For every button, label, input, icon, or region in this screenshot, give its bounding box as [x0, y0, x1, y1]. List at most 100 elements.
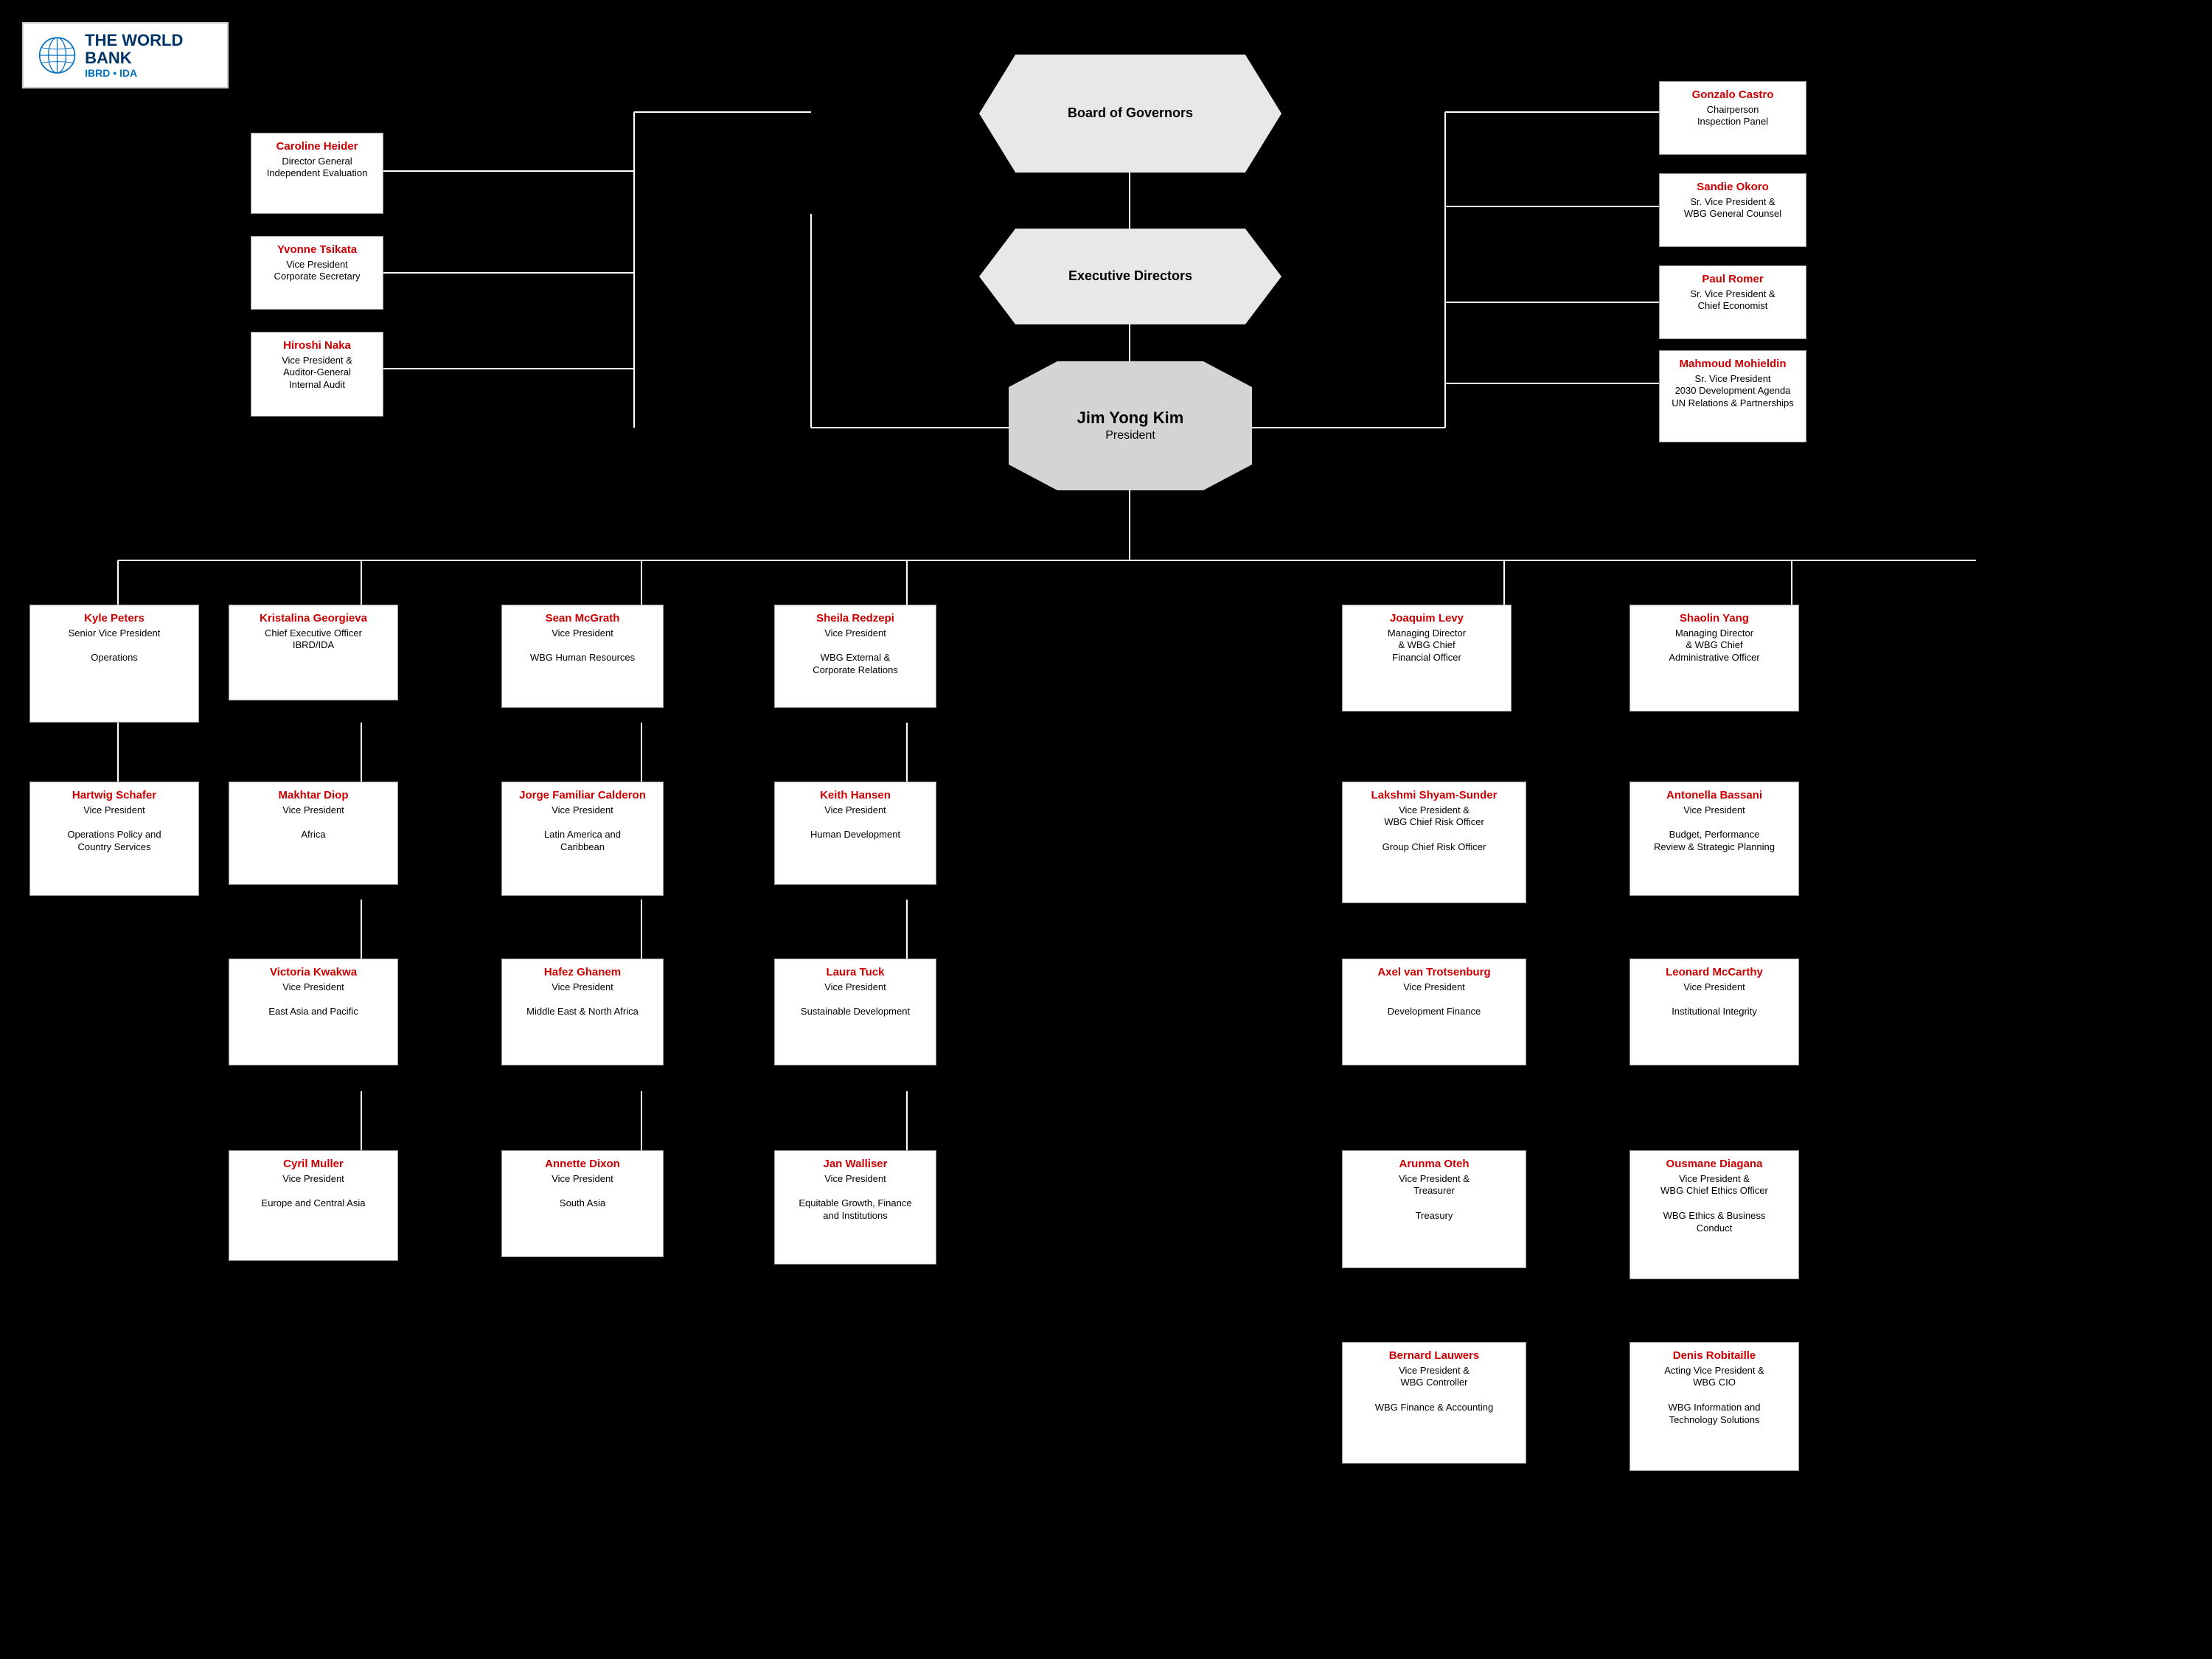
joaquim-levy-box: Joaquim Levy Managing Director& WBG Chie… — [1342, 605, 1512, 712]
kyle-peters-name: Kyle Peters — [38, 611, 191, 626]
antonella-title: Vice PresidentBudget, PerformanceReview … — [1638, 804, 1791, 855]
logo-subtitle: IBRD • IDA — [85, 67, 212, 79]
cyril-muller-box: Cyril Muller Vice PresidentEurope and Ce… — [229, 1150, 398, 1261]
kristalina-georgieva-name: Kristalina Georgieva — [237, 611, 390, 626]
bernard-title: Vice President &WBG ControllerWBG Financ… — [1350, 1365, 1518, 1415]
shaolin-yang-box: Shaolin Yang Managing Director& WBG Chie… — [1630, 605, 1799, 712]
arunma-name: Arunma Oteh — [1350, 1157, 1518, 1172]
ousmane-title: Vice President &WBG Chief Ethics Officer… — [1638, 1173, 1791, 1235]
logo-globe-icon — [38, 33, 76, 77]
cyril-muller-title: Vice PresidentEurope and Central Asia — [237, 1173, 390, 1211]
mahmoud-mohieldin-name: Mahmoud Mohieldin — [1667, 357, 1798, 372]
victoria-kwakwa-box: Victoria Kwakwa Vice PresidentEast Asia … — [229, 959, 398, 1065]
ousmane-box: Ousmane Diagana Vice President &WBG Chie… — [1630, 1150, 1799, 1279]
denis-box: Denis Robitaille Acting Vice President &… — [1630, 1342, 1799, 1471]
exec-dir-label: Executive Directors — [1068, 268, 1192, 285]
makhtar-diop-title: Vice PresidentAfrica — [237, 804, 390, 842]
shaolin-yang-title: Managing Director& WBG ChiefAdministrati… — [1638, 627, 1791, 665]
gonzalo-castro-name: Gonzalo Castro — [1667, 88, 1798, 102]
sandie-okoro-title: Sr. Vice President &WBG General Counsel — [1667, 196, 1798, 221]
hafez-ghanem-title: Vice PresidentMiddle East & North Africa — [509, 981, 655, 1019]
victoria-kwakwa-title: Vice PresidentEast Asia and Pacific — [237, 981, 390, 1019]
caroline-heider-name: Caroline Heider — [259, 139, 375, 154]
logo-text: THE WORLD BANK IBRD • IDA — [85, 32, 212, 79]
shaolin-yang-name: Shaolin Yang — [1638, 611, 1791, 626]
mahmoud-mohieldin-title: Sr. Vice President2030 Development Agend… — [1667, 373, 1798, 411]
lakshmi-title: Vice President &WBG Chief Risk OfficerGr… — [1350, 804, 1518, 855]
makhtar-diop-name: Makhtar Diop — [237, 788, 390, 803]
jorge-familiar-name: Jorge Familiar Calderon — [509, 788, 655, 803]
arunma-box: Arunma Oteh Vice President &TreasurerTre… — [1342, 1150, 1526, 1268]
bernard-box: Bernard Lauwers Vice President &WBG Cont… — [1342, 1342, 1526, 1464]
laura-tuck-name: Laura Tuck — [782, 965, 928, 980]
denis-title: Acting Vice President &WBG CIOWBG Inform… — [1638, 1365, 1791, 1427]
ousmane-name: Ousmane Diagana — [1638, 1157, 1791, 1172]
victoria-kwakwa-name: Victoria Kwakwa — [237, 965, 390, 980]
paul-romer-box: Paul Romer Sr. Vice President &Chief Eco… — [1659, 265, 1806, 339]
sandie-okoro-box: Sandie Okoro Sr. Vice President &WBG Gen… — [1659, 173, 1806, 247]
president-box: Jim Yong Kim President — [1009, 361, 1252, 490]
joaquim-levy-name: Joaquim Levy — [1350, 611, 1503, 626]
hartwig-schafer-title: Vice PresidentOperations Policy andCount… — [38, 804, 191, 855]
bernard-name: Bernard Lauwers — [1350, 1349, 1518, 1363]
kristalina-georgieva-title: Chief Executive OfficerIBRD/IDA — [237, 627, 390, 653]
lakshmi-box: Lakshmi Shyam-Sunder Vice President &WBG… — [1342, 782, 1526, 903]
leonard-title: Vice PresidentInstitutional Integrity — [1638, 981, 1791, 1019]
sean-mcgrath-name: Sean McGrath — [509, 611, 655, 626]
cyril-muller-name: Cyril Muller — [237, 1157, 390, 1172]
hiroshi-naka-title: Vice President &Auditor-GeneralInternal … — [259, 355, 375, 392]
paul-romer-name: Paul Romer — [1667, 272, 1798, 287]
keith-hansen-box: Keith Hansen Vice PresidentHuman Develop… — [774, 782, 936, 885]
board-of-governors: Board of Governors — [979, 55, 1281, 173]
sandie-okoro-name: Sandie Okoro — [1667, 180, 1798, 195]
yvonne-tsikata-name: Yvonne Tsikata — [259, 243, 375, 257]
hafez-ghanem-name: Hafez Ghanem — [509, 965, 655, 980]
antonella-box: Antonella Bassani Vice PresidentBudget, … — [1630, 782, 1799, 896]
caroline-heider-title: Director GeneralIndependent Evaluation — [259, 156, 375, 181]
gonzalo-castro-title: ChairpersonInspection Panel — [1667, 104, 1798, 129]
axel-title: Vice PresidentDevelopment Finance — [1350, 981, 1518, 1019]
hiroshi-naka-box: Hiroshi Naka Vice President &Auditor-Gen… — [251, 332, 383, 417]
hartwig-schafer-name: Hartwig Schafer — [38, 788, 191, 803]
sheila-redzepi-box: Sheila Redzepi Vice PresidentWBG Externa… — [774, 605, 936, 708]
caroline-heider-box: Caroline Heider Director GeneralIndepend… — [251, 133, 383, 214]
jan-walliser-name: Jan Walliser — [782, 1157, 928, 1172]
executive-directors: Executive Directors — [979, 229, 1281, 324]
jan-walliser-box: Jan Walliser Vice PresidentEquitable Gro… — [774, 1150, 936, 1265]
yvonne-tsikata-title: Vice PresidentCorporate Secretary — [259, 259, 375, 284]
hartwig-schafer-box: Hartwig Schafer Vice PresidentOperations… — [29, 782, 199, 896]
paul-romer-title: Sr. Vice President &Chief Economist — [1667, 288, 1798, 313]
arunma-title: Vice President &TreasurerTreasury — [1350, 1173, 1518, 1223]
keith-hansen-name: Keith Hansen — [782, 788, 928, 803]
keith-hansen-title: Vice PresidentHuman Development — [782, 804, 928, 842]
annette-dixon-title: Vice PresidentSouth Asia — [509, 1173, 655, 1211]
annette-dixon-name: Annette Dixon — [509, 1157, 655, 1172]
leonard-name: Leonard McCarthy — [1638, 965, 1791, 980]
laura-tuck-box: Laura Tuck Vice PresidentSustainable Dev… — [774, 959, 936, 1065]
sheila-redzepi-name: Sheila Redzepi — [782, 611, 928, 626]
kristalina-georgieva-box: Kristalina Georgieva Chief Executive Off… — [229, 605, 398, 700]
sean-mcgrath-title: Vice PresidentWBG Human Resources — [509, 627, 655, 665]
hafez-ghanem-box: Hafez Ghanem Vice PresidentMiddle East &… — [501, 959, 664, 1065]
laura-tuck-title: Vice PresidentSustainable Development — [782, 981, 928, 1019]
antonella-name: Antonella Bassani — [1638, 788, 1791, 803]
president-title: President — [1105, 428, 1155, 444]
makhtar-diop-box: Makhtar Diop Vice PresidentAfrica — [229, 782, 398, 885]
joaquim-levy-title: Managing Director& WBG ChiefFinancial Of… — [1350, 627, 1503, 665]
president-name: Jim Yong Kim — [1077, 408, 1184, 429]
leonard-box: Leonard McCarthy Vice PresidentInstituti… — [1630, 959, 1799, 1065]
mahmoud-mohieldin-box: Mahmoud Mohieldin Sr. Vice President2030… — [1659, 350, 1806, 442]
sheila-redzepi-title: Vice PresidentWBG External &Corporate Re… — [782, 627, 928, 678]
lakshmi-name: Lakshmi Shyam-Sunder — [1350, 788, 1518, 803]
axel-name: Axel van Trotsenburg — [1350, 965, 1518, 980]
jan-walliser-title: Vice PresidentEquitable Growth, Financea… — [782, 1173, 928, 1223]
org-chart: THE WORLD BANK IBRD • IDA Board of Gover… — [0, 0, 2212, 1659]
yvonne-tsikata-box: Yvonne Tsikata Vice PresidentCorporate S… — [251, 236, 383, 310]
jorge-familiar-box: Jorge Familiar Calderon Vice PresidentLa… — [501, 782, 664, 896]
gonzalo-castro-box: Gonzalo Castro ChairpersonInspection Pan… — [1659, 81, 1806, 155]
logo-title: THE WORLD BANK — [85, 32, 212, 67]
annette-dixon-box: Annette Dixon Vice PresidentSouth Asia — [501, 1150, 664, 1257]
sean-mcgrath-box: Sean McGrath Vice PresidentWBG Human Res… — [501, 605, 664, 708]
kyle-peters-box: Kyle Peters Senior Vice PresidentOperati… — [29, 605, 199, 723]
jorge-familiar-title: Vice PresidentLatin America andCaribbean — [509, 804, 655, 855]
